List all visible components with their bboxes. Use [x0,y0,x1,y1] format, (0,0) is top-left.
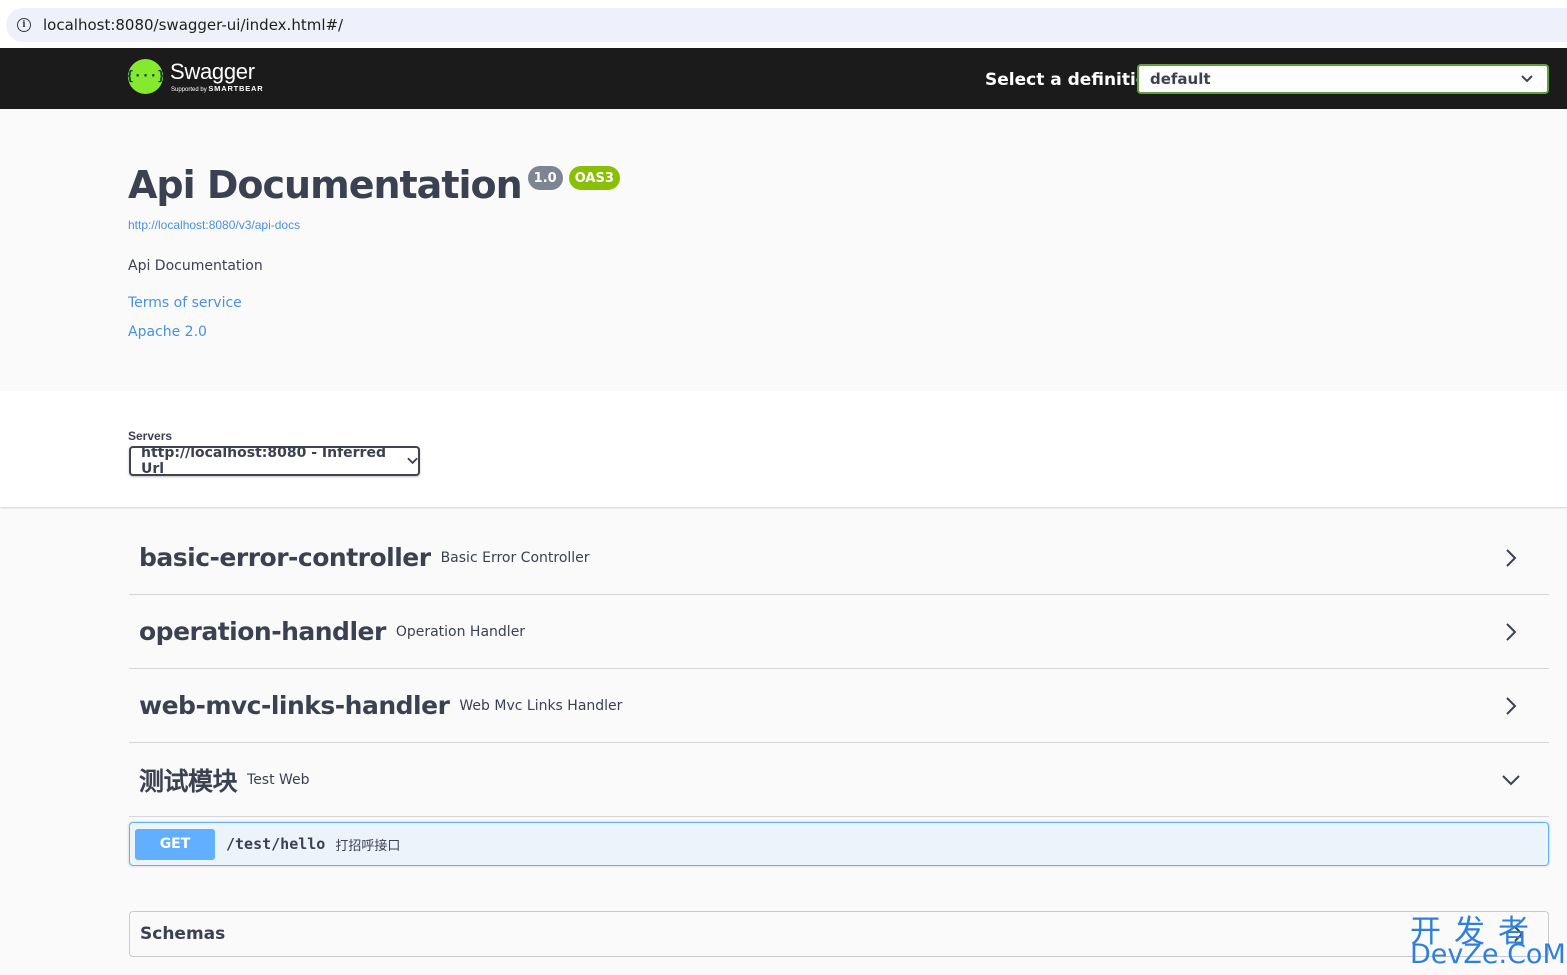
watermark-en: DevZe.CoM [1410,939,1566,970]
tag-name: operation-handler [139,617,386,646]
operation-get-test-hello[interactable]: GET /test/hello 打招呼接口 [129,822,1549,866]
chevron-right-icon[interactable] [1501,696,1521,716]
definition-selected-value: default [1150,70,1211,88]
oas-badge: OAS3 [568,166,620,190]
servers-selected-value: http://localhost:8080 - Inferred Url [141,445,386,477]
info-section: Api Documentation 1.0 OAS3 http://localh… [0,109,1567,391]
chevron-right-icon[interactable] [1501,548,1521,568]
tag-name: web-mvc-links-handler [139,691,450,720]
method-badge: GET [135,828,215,860]
logo-sub-brand: SMARTBEAR [208,83,264,93]
swagger-topbar: {···} Swagger Supported by SMARTBEAR Sel… [0,48,1567,109]
info-icon[interactable]: i [17,18,31,32]
operation-path: /test/hello [226,835,326,853]
tag-description: Operation Handler [395,623,526,640]
logo-sub-prefix: Supported by [171,86,207,93]
servers-label: Servers [128,429,173,443]
api-docs-link[interactable]: http://localhost:8080/v3/api-docs [128,218,300,232]
schemas-section[interactable]: Schemas [129,911,1549,957]
schemas-title: Schemas [140,924,226,944]
servers-section: Servers http://localhost:8080 - Inferred… [0,391,1567,507]
swagger-logo-icon: {···} [126,59,165,94]
chevron-down-icon[interactable] [1501,770,1521,790]
chevron-down-icon [1521,75,1533,83]
tag-description: Web Mvc Links Handler [459,697,623,714]
tag-operation-handler[interactable]: operation-handler Operation Handler [129,595,1549,669]
definition-select[interactable]: default [1137,64,1549,94]
license-link[interactable]: Apache 2.0 [128,324,207,340]
operation-summary: 打招呼接口 [335,838,401,854]
chevron-right-icon[interactable] [1501,622,1521,642]
servers-select[interactable]: http://localhost:8080 - Inferred Url [129,445,420,477]
watermark: 开发者 DevZe.CoM [1410,906,1566,970]
tag-description: Test Web [247,771,310,788]
tag-name: basic-error-controller [139,543,431,572]
logo-subtitle: Supported by SMARTBEAR [171,83,264,93]
logo-name: Swagger [170,58,255,84]
chevron-down-icon [407,457,418,465]
tag-web-mvc-links-handler[interactable]: web-mvc-links-handler Web Mvc Links Hand… [129,669,1549,743]
tag-basic-error-controller[interactable]: basic-error-controller Basic Error Contr… [129,521,1549,595]
tag-description: Basic Error Controller [440,549,590,566]
terms-of-service-link[interactable]: Terms of service [128,295,242,311]
page-title: Api Documentation [128,163,523,207]
version-badge: 1.0 [527,166,563,190]
tag-name: 测试模块 [139,766,238,796]
url-field[interactable]: i localhost:8080/swagger-ui/index.html#/ [6,8,1567,42]
definition-label: Select a definition [985,70,1160,90]
url-text[interactable]: localhost:8080/swagger-ui/index.html#/ [43,16,343,34]
api-description: Api Documentation [128,258,263,274]
tag-test-module[interactable]: 测试模块 Test Web [129,743,1549,817]
browser-address-bar: i localhost:8080/swagger-ui/index.html#/ [0,0,1567,48]
swagger-logo[interactable]: {···} Swagger Supported by SMARTBEAR [126,58,264,94]
